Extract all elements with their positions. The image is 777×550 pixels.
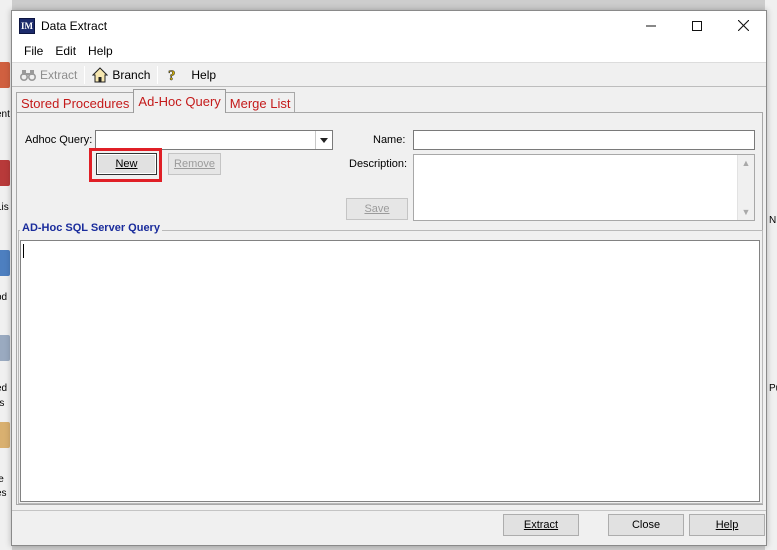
app-icon: IM: [19, 17, 35, 34]
toolbar-help-button[interactable]: ? Help: [161, 65, 220, 85]
background-app-icon: [0, 335, 10, 361]
toolbar-separator: [157, 65, 159, 84]
sql-query-group-title: AD-Hoc SQL Server Query: [20, 222, 162, 234]
dropdown-arrow-icon[interactable]: [315, 131, 332, 149]
footer-divider: [12, 510, 766, 511]
background-fragment: rs: [0, 398, 5, 409]
minimize-button[interactable]: [628, 11, 674, 40]
minimize-icon: [646, 25, 656, 26]
save-button[interactable]: Save: [346, 198, 408, 220]
adhoc-query-dropdown[interactable]: [95, 130, 333, 150]
toolbar: Extract Branch ? Help: [12, 62, 766, 87]
menu-file[interactable]: File: [18, 44, 49, 58]
tab-stored-procedures[interactable]: Stored Procedures: [16, 92, 135, 113]
toolbar-extract-button[interactable]: Extract: [16, 65, 81, 85]
toolbar-help-label: Help: [191, 67, 217, 82]
help-button[interactable]: Help: [689, 514, 765, 536]
tab-strip: Stored Procedures Ad-Hoc Query Merge Lis…: [16, 89, 296, 113]
description-scrollbar[interactable]: ▲ ▼: [737, 155, 754, 220]
background-fragment: le: [0, 474, 4, 485]
menu-help[interactable]: Help: [82, 44, 119, 58]
maximize-icon: [692, 20, 702, 31]
toolbar-branch-button[interactable]: Branch: [88, 65, 154, 85]
maximize-button[interactable]: [674, 11, 720, 40]
adhoc-query-label: Adhoc Query:: [25, 134, 93, 146]
close-window-button[interactable]: [720, 11, 766, 40]
toolbar-branch-label: Branch: [112, 67, 151, 82]
background-app-icon: [0, 160, 10, 186]
name-label: Name:: [373, 134, 406, 146]
help-question-icon: ?: [165, 67, 181, 83]
menu-bar: File Edit Help: [12, 40, 766, 62]
new-button-highlight: [89, 148, 162, 182]
extract-button[interactable]: Extract: [503, 514, 579, 536]
window-controls: [628, 11, 766, 40]
close-icon: [737, 20, 749, 31]
scroll-down-icon[interactable]: ▼: [742, 204, 751, 220]
home-icon: [92, 66, 109, 83]
remove-button[interactable]: Remove: [168, 153, 221, 175]
scroll-up-icon[interactable]: ▲: [742, 155, 751, 171]
toolbar-separator: [84, 65, 86, 84]
background-app-icon: [0, 250, 10, 276]
background-fragment: ent: [0, 109, 10, 120]
description-field[interactable]: ▲ ▼: [413, 154, 755, 221]
title-bar[interactable]: IM Data Extract: [12, 11, 766, 40]
binoculars-icon: [20, 67, 36, 83]
menu-edit[interactable]: Edit: [49, 44, 82, 58]
description-label: Description:: [349, 158, 408, 170]
data-extract-window: IM Data Extract File Edit Help Extract B…: [11, 10, 767, 546]
tab-merge-list[interactable]: Merge List: [224, 92, 296, 113]
background-fragment: N: [769, 215, 777, 226]
tab-ad-hoc-query[interactable]: Ad-Hoc Query: [133, 89, 226, 113]
sql-query-editor[interactable]: [20, 240, 760, 502]
background-fragment: Pu: [769, 383, 777, 394]
close-button[interactable]: Close: [608, 514, 684, 536]
name-field[interactable]: [413, 130, 755, 150]
window-title: Data Extract: [41, 18, 108, 33]
svg-text:?: ?: [168, 68, 176, 83]
toolbar-extract-label: Extract: [40, 67, 78, 82]
background-fragment: od: [0, 292, 8, 303]
text-cursor: [23, 244, 24, 258]
background-app-icon: [0, 422, 10, 448]
background-fragment: Lis: [0, 202, 9, 213]
background-app-icon: [0, 62, 10, 88]
background-fragment: es: [0, 488, 7, 499]
background-fragment: ed: [0, 383, 8, 394]
